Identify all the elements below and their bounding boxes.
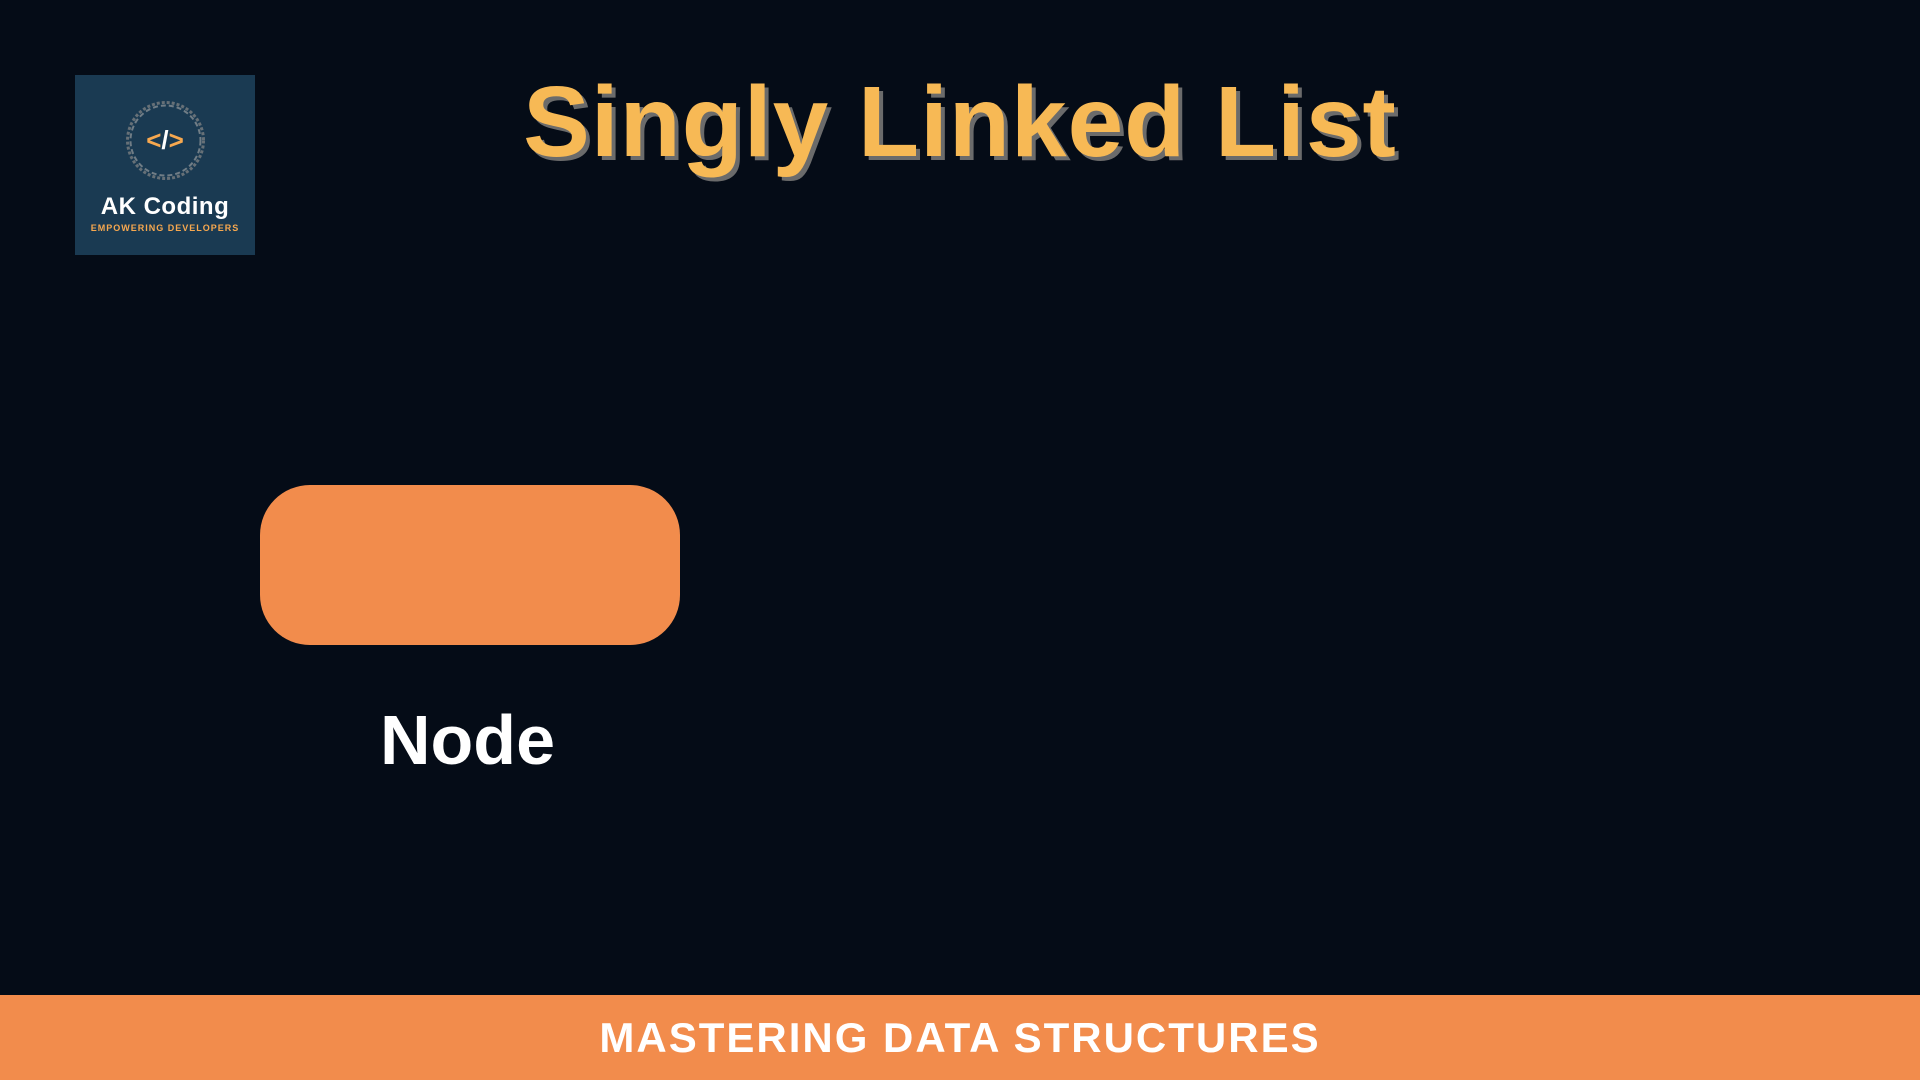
footer-text: MASTERING DATA STRUCTURES [599, 1014, 1320, 1062]
node-label: Node [380, 700, 555, 780]
page-title: Singly Linked List [523, 65, 1397, 180]
logo-container: </> AK Coding EMPOWERING DEVELOPERS [75, 75, 255, 255]
footer-bar: MASTERING DATA STRUCTURES [0, 995, 1920, 1080]
node-shape [260, 485, 680, 645]
logo-code-icon: </> [146, 125, 184, 156]
logo-title: AK Coding [101, 193, 229, 221]
logo-subtitle: EMPOWERING DEVELOPERS [91, 223, 240, 233]
logo-circle: </> [123, 98, 208, 183]
